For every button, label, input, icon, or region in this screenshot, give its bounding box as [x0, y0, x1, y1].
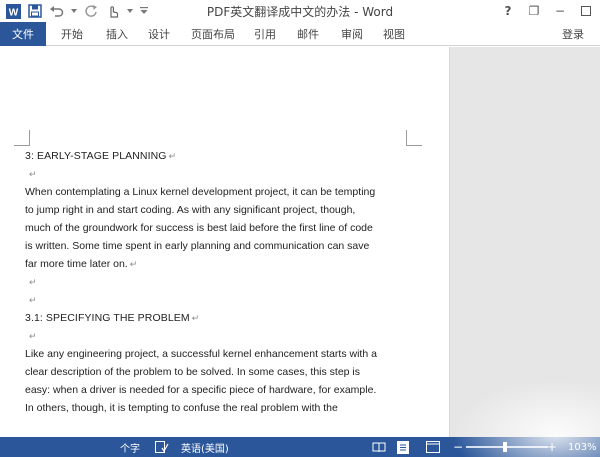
print-layout-icon[interactable]	[397, 437, 409, 457]
maximize-icon[interactable]	[576, 2, 596, 20]
login-link[interactable]: 登录	[562, 22, 584, 46]
tab-view[interactable]: 视图	[383, 22, 405, 46]
empty-paragraph: ↵	[25, 327, 395, 345]
paragraph-mark: ↵	[29, 169, 37, 179]
zoom-slider-handle[interactable]	[503, 442, 507, 452]
proofing-icon[interactable]	[155, 437, 169, 457]
title-bar: W PDF英文翻译成中文的办法 - Word ? ❐ −	[0, 0, 600, 22]
empty-paragraph: ↵	[25, 165, 395, 183]
paragraph-line: Like any engineering project, a successf…	[25, 348, 377, 360]
tab-references[interactable]: 引用	[254, 22, 276, 46]
margin-marker-top-right	[406, 130, 422, 146]
web-layout-icon[interactable]	[426, 437, 440, 457]
language-indicator[interactable]: 英语(美国)	[181, 437, 229, 457]
paragraph-mark: ↵	[168, 151, 177, 161]
paragraph-line: When contemplating a Linux kernel develo…	[25, 186, 376, 198]
paragraph-line: clear description of the problem to be s…	[25, 366, 361, 378]
paragraph-mark: ↵	[29, 331, 37, 341]
tab-home[interactable]: 开始	[61, 22, 83, 46]
document-body[interactable]: 3: EARLY-STAGE PLANNING ↵ ↵ When contempl…	[25, 147, 395, 417]
paragraph-line: easy: when a driver is needed for a spec…	[25, 384, 377, 396]
document-page[interactable]: 3: EARLY-STAGE PLANNING ↵ ↵ When contempl…	[0, 47, 450, 437]
paragraph-line: In others, though, it is tempting to con…	[25, 402, 338, 414]
tab-page-layout[interactable]: 页面布局	[191, 22, 235, 46]
paragraph-mark: ↵	[29, 295, 37, 305]
zoom-slider[interactable]	[466, 446, 548, 448]
tab-review[interactable]: 审阅	[341, 22, 363, 46]
word-count[interactable]: 个字	[120, 437, 140, 457]
paragraph-line: much of the groundwork for success is be…	[25, 222, 373, 234]
heading-early-stage-planning: 3: EARLY-STAGE PLANNING ↵	[25, 150, 177, 162]
paragraph-mark: ↵	[129, 259, 138, 269]
help-icon[interactable]: ?	[498, 2, 518, 20]
margin-marker-top-left	[14, 130, 30, 146]
paragraph-line: is written. Some time spent in early pla…	[25, 240, 370, 252]
paragraph-line: far more time later on. ↵	[25, 258, 138, 270]
ribbon-display-options-icon[interactable]: ❐	[524, 2, 544, 20]
heading-specifying-the-problem: 3.1: SPECIFYING THE PROBLEM ↵	[25, 312, 200, 324]
status-bar: 个字 英语(美国) − + 103%	[0, 437, 600, 457]
zoom-out-icon[interactable]: −	[452, 437, 464, 457]
paragraph-mark: ↵	[29, 277, 37, 287]
minimize-icon[interactable]: −	[550, 2, 570, 20]
paragraph-line: to jump right in and start coding. As wi…	[25, 204, 356, 216]
document-canvas[interactable]: 3: EARLY-STAGE PLANNING ↵ ↵ When contempl…	[0, 47, 600, 437]
paragraph-mark: ↵	[191, 313, 200, 323]
tab-file[interactable]: 文件	[0, 22, 46, 46]
tab-mailings[interactable]: 邮件	[297, 22, 319, 46]
empty-paragraph: ↵	[25, 291, 395, 309]
read-mode-icon[interactable]	[372, 437, 386, 457]
tab-insert[interactable]: 插入	[106, 22, 128, 46]
window-controls: ? ❐ −	[498, 2, 596, 20]
ribbon-tabs: 文件 开始 插入 设计 页面布局 引用 邮件 审阅 视图 登录	[0, 22, 600, 46]
zoom-level[interactable]: 103%	[568, 437, 597, 457]
empty-paragraph: ↵	[25, 273, 395, 291]
tab-design[interactable]: 设计	[148, 22, 170, 46]
zoom-in-icon[interactable]: +	[546, 437, 558, 457]
